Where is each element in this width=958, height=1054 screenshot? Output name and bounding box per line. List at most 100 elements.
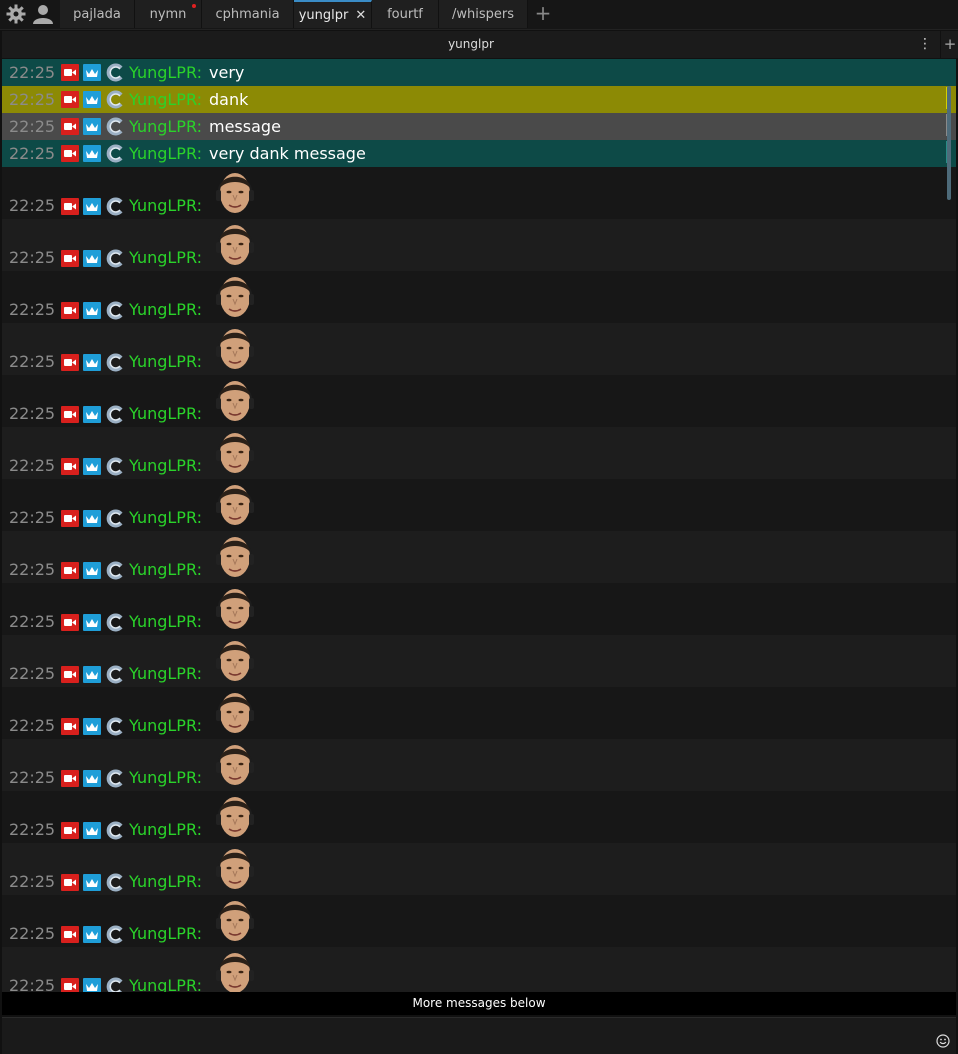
broadcaster-badge-icon[interactable] bbox=[61, 354, 79, 371]
subscriber-crown-badge-icon[interactable] bbox=[83, 145, 101, 162]
message-row[interactable]: 22:25 YungLPR: bbox=[2, 167, 956, 219]
gear-icon[interactable] bbox=[5, 3, 27, 25]
chatterino-badge-icon[interactable] bbox=[106, 117, 125, 136]
broadcaster-badge-icon[interactable] bbox=[61, 770, 79, 787]
message-row[interactable]: 22:25 YungLPR: bbox=[2, 375, 956, 427]
broadcaster-badge-icon[interactable] bbox=[61, 250, 79, 267]
chatterino-badge-icon[interactable] bbox=[106, 873, 125, 892]
broadcaster-badge-icon[interactable] bbox=[61, 145, 79, 162]
username[interactable]: YungLPR: bbox=[129, 612, 202, 631]
face-emote-icon[interactable] bbox=[214, 740, 256, 790]
face-emote-icon[interactable] bbox=[214, 220, 256, 270]
add-split-plus-icon[interactable]: + bbox=[940, 31, 958, 58]
tab-nymn[interactable]: nymn bbox=[135, 0, 202, 28]
face-emote-icon[interactable] bbox=[214, 272, 256, 322]
subscriber-crown-badge-icon[interactable] bbox=[83, 118, 101, 135]
chatterino-badge-icon[interactable] bbox=[106, 353, 125, 372]
chatterino-badge-icon[interactable] bbox=[106, 144, 125, 163]
username[interactable]: YungLPR: bbox=[129, 716, 202, 735]
face-emote-icon[interactable] bbox=[214, 428, 256, 478]
subscriber-crown-badge-icon[interactable] bbox=[83, 770, 101, 787]
broadcaster-badge-icon[interactable] bbox=[61, 406, 79, 423]
face-emote-icon[interactable] bbox=[214, 688, 256, 738]
face-emote-icon[interactable] bbox=[214, 792, 256, 842]
add-tab-plus-icon[interactable]: + bbox=[533, 2, 553, 24]
face-emote-icon[interactable] bbox=[214, 636, 256, 686]
message-row[interactable]: 22:25 YungLPR: very bbox=[2, 59, 956, 86]
broadcaster-badge-icon[interactable] bbox=[61, 666, 79, 683]
vertical-dots-icon[interactable]: ⋮ bbox=[918, 36, 932, 52]
broadcaster-badge-icon[interactable] bbox=[61, 978, 79, 992]
scrollbar-thumb[interactable] bbox=[947, 86, 951, 200]
subscriber-crown-badge-icon[interactable] bbox=[83, 718, 101, 735]
username[interactable]: YungLPR: bbox=[129, 976, 202, 992]
chatterino-badge-icon[interactable] bbox=[106, 405, 125, 424]
face-emote-icon[interactable] bbox=[214, 584, 256, 634]
message-row[interactable]: 22:25 YungLPR: bbox=[2, 635, 956, 687]
subscriber-crown-badge-icon[interactable] bbox=[83, 510, 101, 527]
chatterino-badge-icon[interactable] bbox=[106, 301, 125, 320]
chat-messages[interactable]: 22:25 YungLPR: very 22:25 YungLPR: dank 22:25 Y… bbox=[2, 59, 956, 992]
tab-pajlada[interactable]: pajlada bbox=[60, 0, 135, 28]
message-row[interactable]: 22:25 YungLPR: message bbox=[2, 113, 956, 140]
broadcaster-badge-icon[interactable] bbox=[61, 718, 79, 735]
subscriber-crown-badge-icon[interactable] bbox=[83, 666, 101, 683]
face-emote-icon[interactable] bbox=[214, 532, 256, 582]
subscriber-crown-badge-icon[interactable] bbox=[83, 874, 101, 891]
chatterino-badge-icon[interactable] bbox=[106, 249, 125, 268]
message-row[interactable]: 22:25 YungLPR: very dank message bbox=[2, 140, 956, 167]
message-row[interactable]: 22:25 YungLPR: dank bbox=[2, 86, 956, 113]
close-icon[interactable]: ✕ bbox=[355, 8, 366, 23]
smiley-icon[interactable] bbox=[936, 1034, 950, 1048]
username[interactable]: YungLPR: bbox=[129, 560, 202, 579]
tab-yunglpr[interactable]: yunglpr ✕ bbox=[294, 0, 372, 28]
chatterino-badge-icon[interactable] bbox=[106, 63, 125, 82]
username[interactable]: YungLPR: bbox=[129, 508, 202, 527]
subscriber-crown-badge-icon[interactable] bbox=[83, 91, 101, 108]
username[interactable]: YungLPR: bbox=[129, 300, 202, 319]
broadcaster-badge-icon[interactable] bbox=[61, 822, 79, 839]
message-input[interactable] bbox=[2, 1017, 956, 1054]
chatterino-badge-icon[interactable] bbox=[106, 509, 125, 528]
face-emote-icon[interactable] bbox=[214, 896, 256, 946]
subscriber-crown-badge-icon[interactable] bbox=[83, 406, 101, 423]
username[interactable]: YungLPR: bbox=[129, 117, 202, 136]
chatterino-badge-icon[interactable] bbox=[106, 769, 125, 788]
face-emote-icon[interactable] bbox=[214, 324, 256, 374]
message-row[interactable]: 22:25 YungLPR: bbox=[2, 947, 956, 992]
chatterino-badge-icon[interactable] bbox=[106, 717, 125, 736]
username[interactable]: YungLPR: bbox=[129, 144, 202, 163]
message-row[interactable]: 22:25 YungLPR: bbox=[2, 791, 956, 843]
broadcaster-badge-icon[interactable] bbox=[61, 458, 79, 475]
username[interactable]: YungLPR: bbox=[129, 63, 202, 82]
subscriber-crown-badge-icon[interactable] bbox=[83, 198, 101, 215]
username[interactable]: YungLPR: bbox=[129, 352, 202, 371]
message-row[interactable]: 22:25 YungLPR: bbox=[2, 427, 956, 479]
message-row[interactable]: 22:25 YungLPR: bbox=[2, 687, 956, 739]
subscriber-crown-badge-icon[interactable] bbox=[83, 64, 101, 81]
chatterino-badge-icon[interactable] bbox=[106, 925, 125, 944]
subscriber-crown-badge-icon[interactable] bbox=[83, 614, 101, 631]
broadcaster-badge-icon[interactable] bbox=[61, 91, 79, 108]
chatterino-badge-icon[interactable] bbox=[106, 977, 125, 992]
broadcaster-badge-icon[interactable] bbox=[61, 562, 79, 579]
username[interactable]: YungLPR: bbox=[129, 768, 202, 787]
face-emote-icon[interactable] bbox=[214, 376, 256, 426]
tab-fourtf[interactable]: fourtf bbox=[372, 0, 439, 28]
username[interactable]: YungLPR: bbox=[129, 404, 202, 423]
username[interactable]: YungLPR: bbox=[129, 196, 202, 215]
chatterino-badge-icon[interactable] bbox=[106, 821, 125, 840]
chatterino-badge-icon[interactable] bbox=[106, 613, 125, 632]
message-row[interactable]: 22:25 YungLPR: bbox=[2, 739, 956, 791]
username[interactable]: YungLPR: bbox=[129, 90, 202, 109]
username[interactable]: YungLPR: bbox=[129, 820, 202, 839]
message-row[interactable]: 22:25 YungLPR: bbox=[2, 583, 956, 635]
chatterino-badge-icon[interactable] bbox=[106, 90, 125, 109]
message-row[interactable]: 22:25 YungLPR: bbox=[2, 479, 956, 531]
subscriber-crown-badge-icon[interactable] bbox=[83, 926, 101, 943]
username[interactable]: YungLPR: bbox=[129, 872, 202, 891]
broadcaster-badge-icon[interactable] bbox=[61, 198, 79, 215]
face-emote-icon[interactable] bbox=[214, 844, 256, 894]
message-row[interactable]: 22:25 YungLPR: bbox=[2, 323, 956, 375]
subscriber-crown-badge-icon[interactable] bbox=[83, 978, 101, 992]
